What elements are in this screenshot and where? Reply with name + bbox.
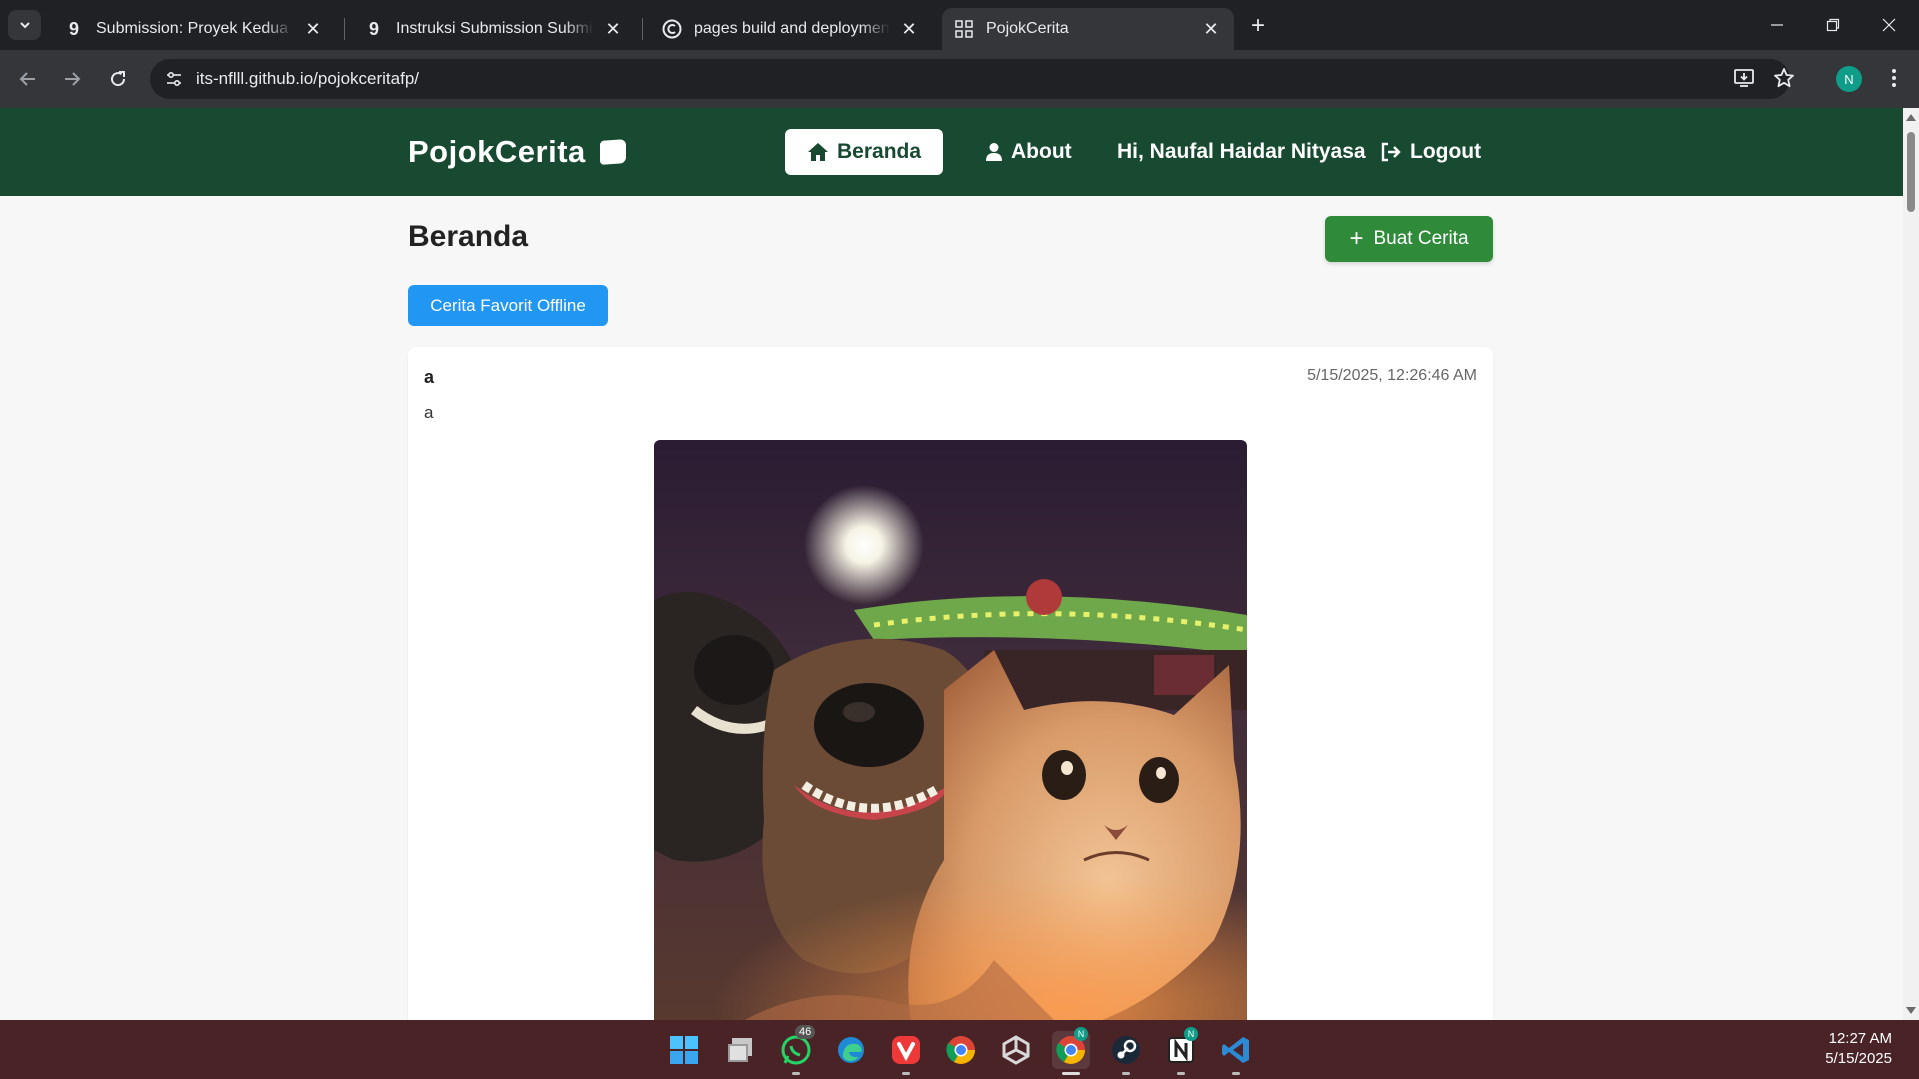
tab-separator	[642, 18, 643, 40]
nav-about-label: About	[1011, 140, 1072, 163]
plus-icon: +	[1349, 225, 1364, 252]
browser-tab-bar: 9 Submission: Proyek Kedua | Bel ✕ 9 Ins…	[0, 0, 1919, 50]
windows-start-icon[interactable]	[665, 1031, 703, 1069]
browser-tab[interactable]: 9 Submission: Proyek Kedua | Bel ✕	[52, 8, 336, 50]
browser-toolbar: its-nflll.github.io/pojokceritafp/ N	[0, 50, 1919, 108]
address-bar[interactable]: its-nflll.github.io/pojokceritafp/	[150, 59, 1790, 99]
site-logo[interactable]: PojokCerita	[408, 134, 626, 170]
close-icon	[1882, 18, 1896, 32]
url-text[interactable]: its-nflll.github.io/pojokceritafp/	[196, 69, 419, 89]
story-date: 5/15/2025, 12:26:46 AM	[1307, 367, 1477, 384]
tab-search-button[interactable]	[8, 10, 41, 40]
forward-button[interactable]	[56, 63, 88, 95]
chrome-profile-icon[interactable]: N	[1052, 1027, 1090, 1075]
reload-button[interactable]	[102, 63, 134, 95]
system-clock[interactable]: 12:27 AM 5/15/2025	[1825, 1029, 1892, 1069]
grid-icon	[954, 19, 974, 39]
scroll-up-icon[interactable]	[1906, 114, 1916, 121]
create-story-button[interactable]: + Buat Cerita	[1325, 216, 1493, 262]
notification-badge: 46	[795, 1025, 816, 1039]
close-icon[interactable]: ✕	[898, 18, 920, 40]
tab-title: Submission: Proyek Kedua | Bel	[96, 20, 294, 37]
nav-home[interactable]: Beranda	[785, 129, 944, 175]
vivaldi-icon[interactable]	[887, 1031, 925, 1075]
unity-icon[interactable]	[997, 1031, 1035, 1069]
story-author: a	[424, 367, 435, 387]
browser-menu-button[interactable]	[1880, 64, 1908, 92]
clock-date: 5/15/2025	[1825, 1050, 1892, 1067]
user-greeting: Hi, Naufal Haidar Nityasa	[1117, 140, 1366, 163]
profile-badge: N	[1074, 1027, 1088, 1041]
story-photo[interactable]	[654, 440, 1247, 1020]
scrollbar-thumb[interactable]	[1907, 132, 1915, 212]
arrow-left-icon	[19, 72, 35, 86]
page-title: Beranda	[408, 220, 529, 253]
story-card[interactable]: a 5/15/2025, 12:26:46 AM a	[408, 347, 1493, 1020]
running-indicator	[1122, 1072, 1130, 1075]
windows-taskbar: 46 N N 12:27 AM 5/15/2025	[0, 1020, 1919, 1079]
install-app-button[interactable]	[1730, 64, 1758, 92]
create-story-label: Buat Cerita	[1373, 228, 1469, 249]
reload-icon	[111, 71, 126, 87]
running-indicator	[902, 1072, 910, 1075]
bookmark-button[interactable]	[1770, 64, 1798, 92]
clock-time: 12:27 AM	[1828, 1030, 1892, 1047]
site-settings-icon[interactable]	[154, 59, 194, 99]
steam-icon[interactable]	[1107, 1031, 1145, 1075]
close-icon[interactable]: ✕	[1200, 18, 1222, 40]
dicoding-icon: 9	[368, 18, 379, 39]
browser-tab-active[interactable]: PojokCerita ✕	[942, 8, 1234, 50]
tab-title: PojokCerita	[986, 20, 1069, 37]
notion-icon[interactable]: N	[1162, 1027, 1200, 1075]
minimize-button[interactable]	[1752, 8, 1802, 42]
scroll-down-icon[interactable]	[1906, 1007, 1916, 1014]
close-icon[interactable]: ✕	[302, 18, 324, 40]
arrow-right-icon	[65, 72, 81, 86]
running-indicator	[792, 1072, 800, 1075]
more-vert-icon	[1892, 69, 1896, 87]
edge-icon[interactable]	[832, 1031, 870, 1069]
running-indicator	[1232, 1072, 1240, 1075]
dicoding-icon: 9	[68, 18, 79, 39]
profile-badge: N	[1184, 1027, 1198, 1041]
whatsapp-icon[interactable]: 46	[777, 1025, 816, 1075]
close-window-button[interactable]	[1864, 8, 1914, 42]
running-indicator	[1062, 1072, 1080, 1075]
back-button[interactable]	[12, 63, 44, 95]
nav-about[interactable]: About	[963, 129, 1094, 175]
tab-separator	[344, 18, 345, 40]
story-photo-image	[654, 440, 1247, 1020]
nav-home-label: Beranda	[837, 140, 922, 163]
story-description: a	[424, 403, 434, 422]
new-tab-button[interactable]: +	[1244, 12, 1272, 40]
restore-button[interactable]	[1808, 8, 1858, 42]
tab-title: Instruksi Submission Submission	[396, 20, 594, 37]
nav-logout[interactable]: Logout	[1358, 129, 1503, 175]
install-icon	[1734, 69, 1754, 87]
logout-icon	[1381, 142, 1401, 162]
user-icon	[986, 143, 1002, 161]
tab-title: pages build and deployment · it	[694, 20, 890, 37]
chevron-down-icon	[19, 22, 30, 29]
nav-logout-label: Logout	[1410, 140, 1482, 163]
home-icon	[808, 143, 828, 161]
page-scrollbar[interactable]	[1903, 108, 1919, 1020]
github-icon	[662, 19, 682, 39]
offline-favorites-button[interactable]: Cerita Favorit Offline	[408, 285, 608, 326]
running-indicator	[1177, 1072, 1185, 1075]
vscode-icon[interactable]	[1217, 1031, 1255, 1075]
book-icon	[599, 139, 626, 165]
file-explorer-icon[interactable]	[722, 1031, 760, 1069]
browser-tab[interactable]: pages build and deployment · it ✕	[650, 8, 932, 50]
restore-icon	[1826, 18, 1840, 32]
page-viewport: PojokCerita Beranda About Hi, Naufal Hai…	[0, 108, 1903, 1020]
minimize-icon	[1771, 24, 1783, 26]
browser-tab[interactable]: 9 Instruksi Submission Submission ✕	[352, 8, 636, 50]
site-header: PojokCerita Beranda About Hi, Naufal Hai…	[0, 108, 1903, 196]
close-icon[interactable]: ✕	[602, 18, 624, 40]
profile-avatar[interactable]: N	[1836, 66, 1862, 92]
star-icon	[1774, 68, 1794, 88]
brand-name: PojokCerita	[408, 134, 586, 169]
chrome-icon[interactable]	[942, 1031, 980, 1069]
